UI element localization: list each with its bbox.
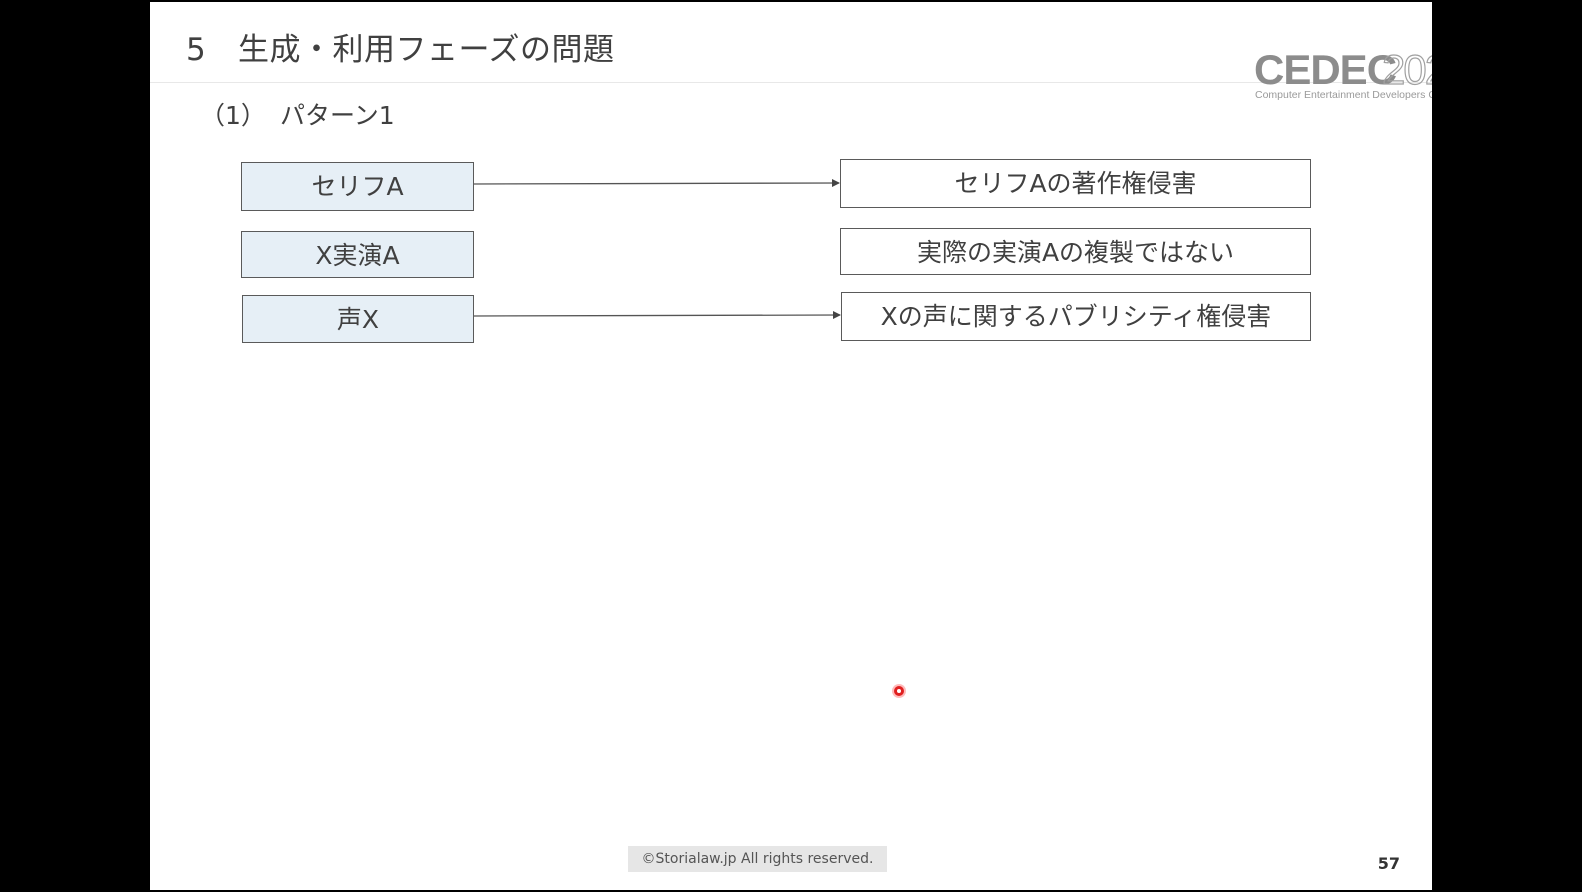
pointer-cursor	[894, 686, 904, 696]
arrow-row-3	[473, 311, 841, 320]
copyright-footer: ©Storialaw.jp All rights reserved.	[628, 846, 887, 872]
arrow-row-1	[473, 179, 840, 188]
arrows-layer	[473, 179, 841, 320]
page-number: 57	[1377, 854, 1400, 873]
slide: 5生成・利用フェーズの問題 CEDEC 2023 Computer Entert…	[150, 2, 1432, 890]
